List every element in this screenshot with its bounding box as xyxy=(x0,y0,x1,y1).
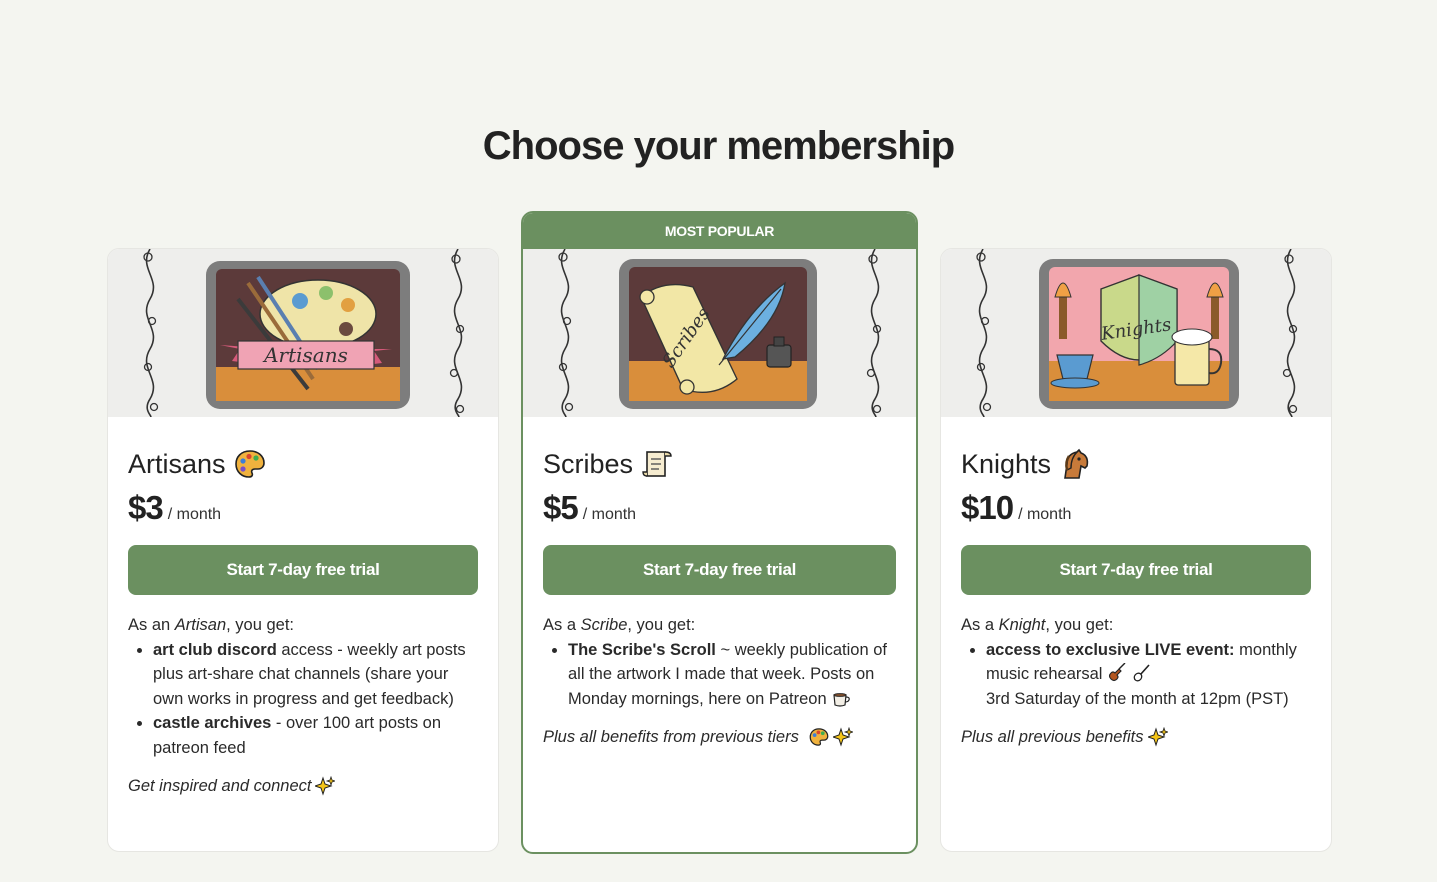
violin-icon xyxy=(1107,662,1127,683)
tier-card-knights: Knights Knights $10 / month Start 7-day … xyxy=(940,248,1332,852)
start-trial-button[interactable]: Start 7-day free trial xyxy=(961,545,1311,595)
svg-text:Artisans: Artisans xyxy=(262,343,348,367)
tier-period: / month xyxy=(1018,506,1072,523)
benefit-item: access to exclusive LIVE event: monthly … xyxy=(986,638,1311,712)
tier-description: As a Knight, you get: access to exclusiv… xyxy=(961,613,1311,711)
tier-banner-scribes: Scribes xyxy=(523,249,916,417)
tier-price: $5 xyxy=(543,489,579,526)
page-title: Choose your membership xyxy=(482,124,955,168)
tier-footer-note: Plus all previous benefits xyxy=(961,726,1311,747)
tier-description: As an Artisan, you get: art club discord… xyxy=(128,613,478,760)
tier-card-artisans: Artisans Artisans $3 / month Start 7-day… xyxy=(107,248,499,852)
start-trial-button[interactable]: Start 7-day free trial xyxy=(128,545,478,595)
tier-period: / month xyxy=(167,506,222,523)
tier-period: / month xyxy=(582,506,637,523)
palette-icon xyxy=(234,448,266,480)
horse-icon xyxy=(1059,448,1091,480)
most-popular-badge: MOST POPULAR xyxy=(523,213,916,249)
tier-card-scribes: MOST POPULAR Scribes Scribes $5 / month … xyxy=(521,211,918,854)
tier-footer-note: Plus all benefits from previous tiers xyxy=(543,726,896,747)
sparkles-icon xyxy=(831,726,855,747)
benefit-item: art club discord access - weekly art pos… xyxy=(153,638,478,712)
start-trial-button[interactable]: Start 7-day free trial xyxy=(543,545,896,595)
tier-banner-knights: Knights xyxy=(941,249,1331,417)
benefit-list: access to exclusive LIVE event: monthly … xyxy=(986,638,1311,712)
tier-price: $10 xyxy=(961,489,1014,526)
tier-footer-note: Get inspired and connect xyxy=(128,775,478,796)
tier-banner-artisans: Artisans xyxy=(108,249,498,417)
scroll-icon xyxy=(641,448,673,480)
benefit-item: castle archives - over 100 art posts on … xyxy=(153,711,478,760)
tier-name: Knights xyxy=(961,448,1052,479)
coffee-icon xyxy=(831,688,851,708)
spoon-icon xyxy=(1132,663,1152,683)
tier-price: $3 xyxy=(128,489,164,526)
palette-icon xyxy=(809,727,829,747)
benefit-list: The Scribe's Scroll ~ weekly publication… xyxy=(568,638,896,712)
tier-description: As a Scribe, you get: The Scribe's Scrol… xyxy=(543,613,896,711)
tier-name: Scribes xyxy=(543,448,634,479)
sparkles-icon xyxy=(313,775,337,796)
tier-name: Artisans xyxy=(128,448,226,479)
sparkles-icon xyxy=(1145,726,1169,747)
benefit-list: art club discord access - weekly art pos… xyxy=(153,638,478,761)
benefit-item: The Scribe's Scroll ~ weekly publication… xyxy=(568,638,896,712)
